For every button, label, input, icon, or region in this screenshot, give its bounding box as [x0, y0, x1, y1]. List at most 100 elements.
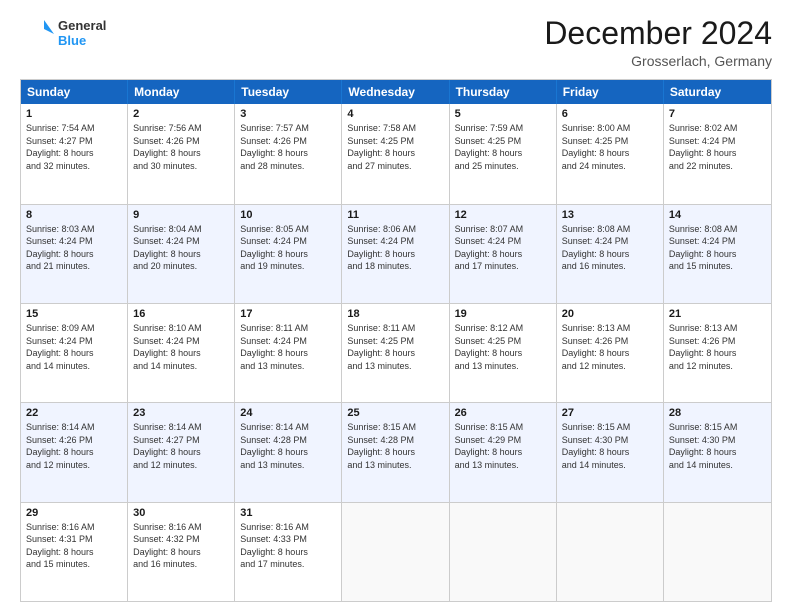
- day-number: 14: [669, 209, 766, 221]
- cal-cell: 30 Sunrise: 8:16 AMSunset: 4:32 PMDayligh…: [128, 503, 235, 601]
- logo-text: General Blue: [58, 19, 106, 49]
- cal-cell: [664, 503, 771, 601]
- day-number: 21: [669, 308, 766, 320]
- cal-cell: 27Sunrise: 8:15 AMSunset: 4:30 PMDayligh…: [557, 403, 664, 501]
- calendar-row-3: 15Sunrise: 8:09 AMSunset: 4:24 PMDayligh…: [21, 303, 771, 402]
- weekday-header-thursday: Thursday: [450, 80, 557, 104]
- day-number: 1: [26, 108, 122, 120]
- calendar-header: SundayMondayTuesdayWednesdayThursdayFrid…: [21, 80, 771, 104]
- cal-cell: 22 Sunrise: 8:14 AMSunset: 4:26 PMDayligh…: [21, 403, 128, 501]
- cal-cell: 25Sunrise: 8:15 AMSunset: 4:28 PMDayligh…: [342, 403, 449, 501]
- cal-cell: 12Sunrise: 8:07 AMSunset: 4:24 PMDayligh…: [450, 205, 557, 303]
- day-number: 19: [455, 308, 551, 320]
- location: Grosserlach, Germany: [544, 53, 772, 69]
- cell-info: Sunrise: 8:08 AMSunset: 4:24 PMDaylight:…: [669, 223, 766, 273]
- day-number: 29: [26, 507, 122, 519]
- cal-cell: 16 Sunrise: 8:10 AMSunset: 4:24 PMDayligh…: [128, 304, 235, 402]
- cal-cell: 28 Sunrise: 8:15 AMSunset: 4:30 PMDayligh…: [664, 403, 771, 501]
- cal-cell: [342, 503, 449, 601]
- cell-info: Sunrise: 8:11 AMSunset: 4:24 PMDaylight:…: [240, 322, 336, 372]
- day-number: 31: [240, 507, 336, 519]
- cal-cell: 7 Sunrise: 8:02 AMSunset: 4:24 PMDaylight…: [664, 104, 771, 203]
- cal-cell: 24 Sunrise: 8:14 AMSunset: 4:28 PMDayligh…: [235, 403, 342, 501]
- calendar-row-1: 1 Sunrise: 7:54 AMSunset: 4:27 PMDaylight…: [21, 104, 771, 203]
- cal-cell: 1 Sunrise: 7:54 AMSunset: 4:27 PMDaylight…: [21, 104, 128, 203]
- cell-info: Sunrise: 8:13 AMSunset: 4:26 PMDaylight:…: [669, 322, 766, 372]
- cal-cell: 21 Sunrise: 8:13 AMSunset: 4:26 PMDayligh…: [664, 304, 771, 402]
- cal-cell: 20 Sunrise: 8:13 AMSunset: 4:26 PMDayligh…: [557, 304, 664, 402]
- day-number: 8: [26, 209, 122, 221]
- cal-cell: 4 Sunrise: 7:58 AMSunset: 4:25 PMDaylight…: [342, 104, 449, 203]
- day-number: 17: [240, 308, 336, 320]
- day-number: 15: [26, 308, 122, 320]
- day-number: 22: [26, 407, 122, 419]
- cell-info: Sunrise: 8:14 AMSunset: 4:28 PMDaylight:…: [240, 421, 336, 471]
- day-number: 26: [455, 407, 551, 419]
- cell-info: Sunrise: 8:02 AMSunset: 4:24 PMDaylight:…: [669, 122, 766, 172]
- day-number: 24: [240, 407, 336, 419]
- cell-info: Sunrise: 8:14 AMSunset: 4:27 PMDaylight:…: [133, 421, 229, 471]
- calendar: SundayMondayTuesdayWednesdayThursdayFrid…: [20, 79, 772, 602]
- day-number: 20: [562, 308, 658, 320]
- calendar-row-2: 8 Sunrise: 8:03 AMSunset: 4:24 PMDaylight…: [21, 204, 771, 303]
- cal-cell: 3Sunrise: 7:57 AMSunset: 4:26 PMDaylight…: [235, 104, 342, 203]
- cell-info: Sunrise: 8:04 AMSunset: 4:24 PMDaylight:…: [133, 223, 229, 273]
- cell-info: Sunrise: 8:06 AMSunset: 4:24 PMDaylight:…: [347, 223, 443, 273]
- day-number: 18: [347, 308, 443, 320]
- cal-cell: 23 Sunrise: 8:14 AMSunset: 4:27 PMDayligh…: [128, 403, 235, 501]
- day-number: 23: [133, 407, 229, 419]
- day-number: 9: [133, 209, 229, 221]
- cal-cell: 13Sunrise: 8:08 AMSunset: 4:24 PMDayligh…: [557, 205, 664, 303]
- day-number: 4: [347, 108, 443, 120]
- day-number: 5: [455, 108, 551, 120]
- cell-info: Sunrise: 8:16 AMSunset: 4:32 PMDaylight:…: [133, 521, 229, 571]
- cal-cell: 10Sunrise: 8:05 AMSunset: 4:24 PMDayligh…: [235, 205, 342, 303]
- cell-info: Sunrise: 7:58 AMSunset: 4:25 PMDaylight:…: [347, 122, 443, 172]
- day-number: 11: [347, 209, 443, 221]
- cell-info: Sunrise: 8:15 AMSunset: 4:30 PMDaylight:…: [669, 421, 766, 471]
- cell-info: Sunrise: 8:10 AMSunset: 4:24 PMDaylight:…: [133, 322, 229, 372]
- weekday-header-tuesday: Tuesday: [235, 80, 342, 104]
- cell-info: Sunrise: 8:15 AMSunset: 4:28 PMDaylight:…: [347, 421, 443, 471]
- cal-cell: 8 Sunrise: 8:03 AMSunset: 4:24 PMDaylight…: [21, 205, 128, 303]
- cell-info: Sunrise: 8:05 AMSunset: 4:24 PMDaylight:…: [240, 223, 336, 273]
- cal-cell: [450, 503, 557, 601]
- cell-info: Sunrise: 8:13 AMSunset: 4:26 PMDaylight:…: [562, 322, 658, 372]
- title-block: December 2024 Grosserlach, Germany: [544, 16, 772, 69]
- day-number: 16: [133, 308, 229, 320]
- cell-info: Sunrise: 8:14 AMSunset: 4:26 PMDaylight:…: [26, 421, 122, 471]
- day-number: 7: [669, 108, 766, 120]
- cell-info: Sunrise: 7:54 AMSunset: 4:27 PMDaylight:…: [26, 122, 122, 172]
- cal-cell: 19 Sunrise: 8:12 AMSunset: 4:25 PMDayligh…: [450, 304, 557, 402]
- weekday-header-monday: Monday: [128, 80, 235, 104]
- cell-info: Sunrise: 8:12 AMSunset: 4:25 PMDaylight:…: [455, 322, 551, 372]
- cal-cell: 17 Sunrise: 8:11 AMSunset: 4:24 PMDayligh…: [235, 304, 342, 402]
- cal-cell: 9 Sunrise: 8:04 AMSunset: 4:24 PMDaylight…: [128, 205, 235, 303]
- weekday-header-friday: Friday: [557, 80, 664, 104]
- cal-cell: 15Sunrise: 8:09 AMSunset: 4:24 PMDayligh…: [21, 304, 128, 402]
- day-number: 6: [562, 108, 658, 120]
- cell-info: Sunrise: 8:07 AMSunset: 4:24 PMDaylight:…: [455, 223, 551, 273]
- cal-cell: 31Sunrise: 8:16 AMSunset: 4:33 PMDayligh…: [235, 503, 342, 601]
- calendar-row-5: 29 Sunrise: 8:16 AMSunset: 4:31 PMDayligh…: [21, 502, 771, 601]
- day-number: 27: [562, 407, 658, 419]
- cell-info: Sunrise: 8:16 AMSunset: 4:31 PMDaylight:…: [26, 521, 122, 571]
- header: General Blue December 2024 Grosserlach, …: [20, 16, 772, 69]
- weekday-header-wednesday: Wednesday: [342, 80, 449, 104]
- logo-general: General: [58, 19, 106, 34]
- day-number: 28: [669, 407, 766, 419]
- cal-cell: 11 Sunrise: 8:06 AMSunset: 4:24 PMDayligh…: [342, 205, 449, 303]
- cal-cell: 5 Sunrise: 7:59 AMSunset: 4:25 PMDaylight…: [450, 104, 557, 203]
- cell-info: Sunrise: 8:00 AMSunset: 4:25 PMDaylight:…: [562, 122, 658, 172]
- cell-info: Sunrise: 8:03 AMSunset: 4:24 PMDaylight:…: [26, 223, 122, 273]
- cell-info: Sunrise: 8:11 AMSunset: 4:25 PMDaylight:…: [347, 322, 443, 372]
- day-number: 30: [133, 507, 229, 519]
- logo-svg: [20, 16, 54, 52]
- cell-info: Sunrise: 7:56 AMSunset: 4:26 PMDaylight:…: [133, 122, 229, 172]
- cell-info: Sunrise: 7:59 AMSunset: 4:25 PMDaylight:…: [455, 122, 551, 172]
- day-number: 2: [133, 108, 229, 120]
- weekday-header-sunday: Sunday: [21, 80, 128, 104]
- logo: General Blue: [20, 16, 106, 52]
- cal-cell: 6 Sunrise: 8:00 AMSunset: 4:25 PMDaylight…: [557, 104, 664, 203]
- calendar-body: 1 Sunrise: 7:54 AMSunset: 4:27 PMDaylight…: [21, 104, 771, 601]
